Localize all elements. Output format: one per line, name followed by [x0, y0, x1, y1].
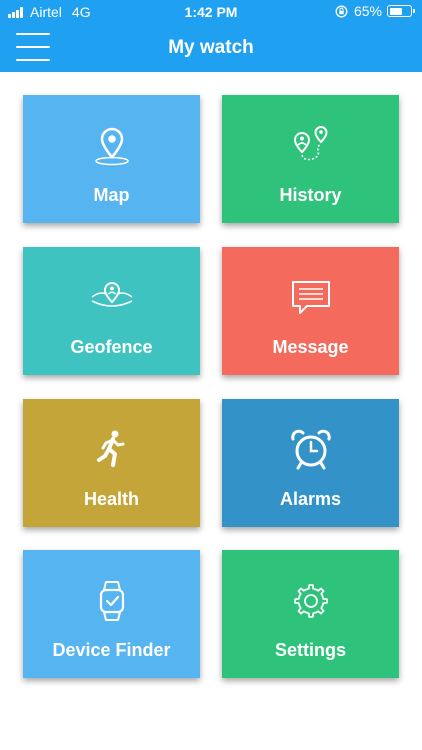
tile-alarms[interactable]: Alarms [222, 399, 399, 527]
tile-geofence[interactable]: Geofence [23, 247, 200, 375]
tile-label: Health [83, 489, 139, 509]
feature-grid: Map History Geofence Message Health Alar… [0, 0, 422, 750]
tile-map[interactable]: Map [23, 95, 200, 223]
tile-health[interactable]: Health [23, 399, 200, 527]
tile-label: Settings [274, 640, 346, 660]
tile-label: Alarms [279, 489, 342, 509]
map-pin-icon [94, 127, 129, 166]
geofence-icon [91, 281, 132, 307]
tile-device-finder[interactable]: Device Finder [23, 550, 200, 678]
alarm-clock-icon [290, 429, 331, 470]
tile-settings[interactable]: Settings [222, 550, 399, 678]
smartwatch-icon [99, 581, 124, 621]
tile-label: Geofence [70, 337, 153, 357]
tile-message[interactable]: Message [222, 247, 399, 375]
gear-icon [293, 584, 328, 618]
tile-history[interactable]: History [222, 95, 399, 223]
message-icon [291, 281, 330, 314]
tile-label: Message [272, 337, 349, 357]
tile-label: History [279, 185, 342, 205]
route-history-icon [293, 125, 328, 161]
tile-label: Device Finder [52, 640, 171, 660]
runner-icon [96, 430, 124, 467]
tile-label: Map [93, 185, 130, 205]
